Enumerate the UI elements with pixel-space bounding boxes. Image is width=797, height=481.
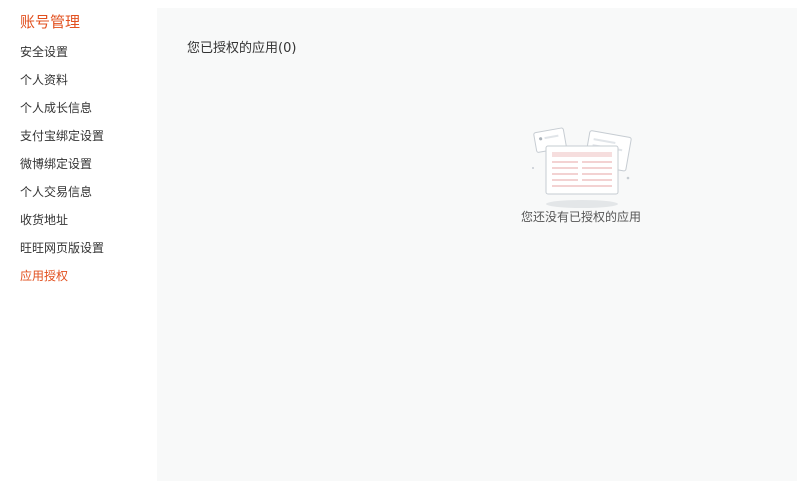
main-panel: 您已授权的应用(0) 您还没有已授权的应用 [157, 8, 797, 481]
sidebar-item-personal-profile[interactable]: 个人资料 [20, 66, 68, 94]
sidebar-item-growth-info[interactable]: 个人成长信息 [20, 94, 92, 122]
empty-documents-illustration-icon [532, 127, 632, 208]
sidebar-item-alipay-binding[interactable]: 支付宝绑定设置 [20, 122, 104, 150]
sidebar-item-security-settings[interactable]: 安全设置 [20, 38, 68, 66]
sidebar-item-shipping-address[interactable]: 收货地址 [20, 206, 68, 234]
sidebar-item-weibo-binding[interactable]: 微博绑定设置 [20, 150, 92, 178]
sidebar-item-wangwang-web-settings[interactable]: 旺旺网页版设置 [20, 234, 104, 262]
sidebar-item-app-authorization[interactable]: 应用授权 [20, 262, 68, 290]
account-page: 账号管理 安全设置 个人资料 个人成长信息 支付宝绑定设置 微博绑定设置 个人交… [0, 0, 797, 481]
sidebar: 账号管理 安全设置 个人资料 个人成长信息 支付宝绑定设置 微博绑定设置 个人交… [0, 0, 157, 481]
sidebar-title: 账号管理 [20, 13, 81, 31]
sidebar-item-trade-info[interactable]: 个人交易信息 [20, 178, 92, 206]
page-title: 您已授权的应用(0) [187, 41, 297, 56]
empty-state-message: 您还没有已授权的应用 [520, 210, 641, 224]
